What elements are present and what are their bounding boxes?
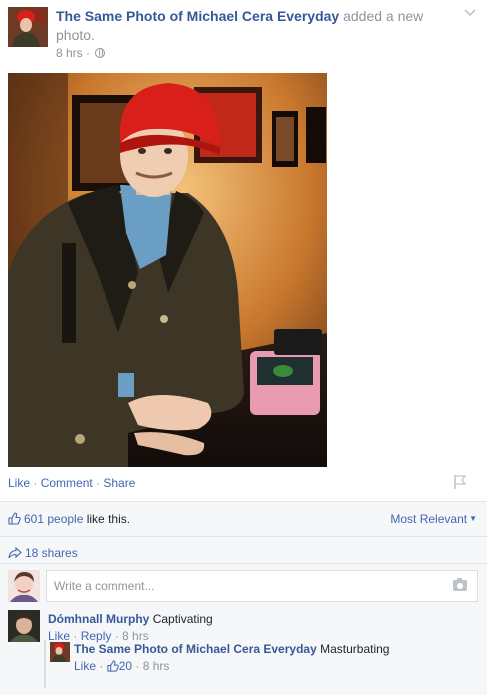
chevron-down-icon[interactable] bbox=[463, 6, 477, 20]
likes-summary: 601 people like this. bbox=[8, 512, 130, 528]
page-name-link[interactable]: The Same Photo of Michael Cera Everyday bbox=[56, 8, 339, 24]
post-timestamp[interactable]: 8 hrs · bbox=[56, 46, 106, 60]
comment-input[interactable]: Write a comment... bbox=[54, 579, 154, 593]
thumbs-up-icon bbox=[8, 512, 21, 528]
reply-meta: Like · 20 · 8 hrs bbox=[74, 658, 487, 676]
like-link[interactable]: Like bbox=[8, 476, 30, 490]
reply-likes-count: 20 bbox=[118, 659, 133, 673]
shares-count: 18 shares bbox=[25, 546, 78, 560]
comment-text: Captivating bbox=[152, 612, 213, 626]
reply-author[interactable]: The Same Photo of Michael Cera Everyday bbox=[74, 642, 317, 656]
reply-text: Masturbating bbox=[320, 642, 390, 656]
separator: · bbox=[82, 46, 94, 60]
page-avatar[interactable] bbox=[8, 7, 48, 47]
camera-icon[interactable] bbox=[453, 578, 467, 591]
reply-like-link[interactable]: Like bbox=[74, 659, 96, 673]
reply-avatar[interactable] bbox=[50, 642, 70, 662]
timestamp-text: 8 hrs bbox=[56, 46, 83, 60]
likes-suffix: like this. bbox=[83, 512, 131, 526]
comment-author[interactable]: Dómhnall Murphy bbox=[48, 612, 149, 626]
shares-link[interactable]: 18 shares bbox=[8, 546, 78, 562]
current-user-avatar[interactable] bbox=[8, 570, 40, 602]
share-arrow-icon bbox=[8, 546, 22, 562]
post-header-text: The Same Photo of Michael Cera Everyday … bbox=[56, 7, 456, 45]
ufi-section: 601 people like this. Most Relevant ▼ 18 … bbox=[0, 501, 487, 695]
share-link[interactable]: Share bbox=[103, 476, 135, 490]
divider bbox=[0, 563, 487, 564]
sort-dropdown[interactable]: Most Relevant ▼ bbox=[390, 512, 477, 526]
post-actions: Like · Comment · Share bbox=[8, 476, 135, 490]
separator: · bbox=[30, 476, 41, 490]
flag-icon[interactable] bbox=[453, 474, 467, 490]
divider bbox=[0, 536, 487, 537]
comment-box[interactable]: Write a comment... bbox=[46, 570, 478, 602]
likes-count-link[interactable]: 601 people bbox=[24, 512, 83, 526]
sort-label: Most Relevant bbox=[390, 512, 468, 526]
caret-down-icon: ▼ bbox=[469, 514, 477, 523]
separator: · bbox=[92, 476, 104, 490]
comment-avatar[interactable] bbox=[8, 610, 40, 642]
globe-icon bbox=[95, 48, 106, 58]
comment-link[interactable]: Comment bbox=[41, 476, 93, 490]
reply-time[interactable]: 8 hrs bbox=[143, 659, 170, 673]
reply-item: The Same Photo of Michael Cera Everyday … bbox=[44, 640, 478, 688]
reply-likes[interactable]: 20 bbox=[107, 659, 132, 673]
post-header: The Same Photo of Michael Cera Everyday … bbox=[0, 0, 487, 70]
thumbs-up-icon bbox=[107, 660, 119, 676]
post-photo[interactable] bbox=[8, 73, 327, 467]
reply-body: The Same Photo of Michael Cera Everyday … bbox=[74, 641, 487, 676]
